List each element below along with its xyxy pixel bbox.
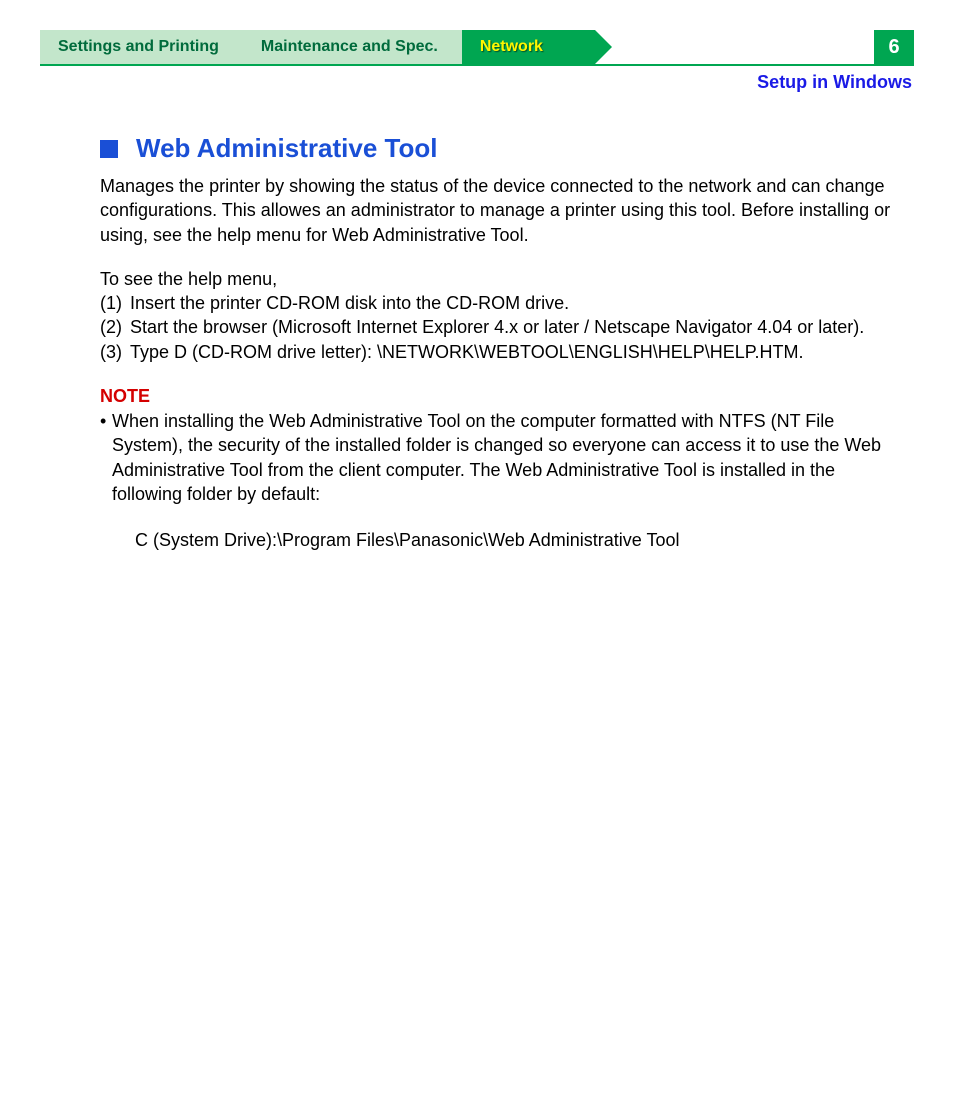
- bullet-icon: •: [100, 409, 112, 506]
- install-path: C (System Drive):\Program Files\Panasoni…: [135, 528, 894, 552]
- breadcrumb-subheader[interactable]: Setup in Windows: [40, 72, 914, 93]
- tab-settings-and-printing[interactable]: Settings and Printing: [40, 30, 243, 64]
- note-bullet: • When installing the Web Administrative…: [100, 409, 894, 506]
- page-number: 6: [888, 36, 899, 59]
- tab-label: Network: [480, 38, 543, 56]
- square-bullet-icon: [100, 140, 118, 158]
- tab-label: Settings and Printing: [58, 38, 219, 56]
- step-number: (3): [100, 340, 130, 364]
- page-number-badge: 6: [874, 30, 914, 64]
- step-text: Start the browser (Microsoft Internet Ex…: [130, 315, 894, 339]
- tab-label: Maintenance and Spec.: [261, 38, 438, 56]
- step-row: (2) Start the browser (Microsoft Interne…: [100, 315, 894, 339]
- intro-paragraph: Manages the printer by showing the statu…: [100, 174, 894, 247]
- step-text: Type D (CD-ROM drive letter): \NETWORK\W…: [130, 340, 894, 364]
- note-text: When installing the Web Administrative T…: [112, 409, 894, 506]
- header-tabs: Settings and Printing Maintenance and Sp…: [40, 30, 914, 66]
- section-title: Web Administrative Tool: [136, 133, 437, 164]
- tab-network[interactable]: Network: [462, 30, 595, 64]
- step-row: (1) Insert the printer CD-ROM disk into …: [100, 291, 894, 315]
- step-number: (2): [100, 315, 130, 339]
- step-number: (1): [100, 291, 130, 315]
- help-steps: To see the help menu, (1) Insert the pri…: [100, 267, 894, 364]
- step-text: Insert the printer CD-ROM disk into the …: [130, 291, 894, 315]
- section-title-row: Web Administrative Tool: [100, 133, 894, 164]
- note-label: NOTE: [100, 386, 894, 407]
- step-row: (3) Type D (CD-ROM drive letter): \NETWO…: [100, 340, 894, 364]
- help-lead-line: To see the help menu,: [100, 267, 894, 291]
- tab-maintenance-and-spec[interactable]: Maintenance and Spec.: [243, 30, 462, 64]
